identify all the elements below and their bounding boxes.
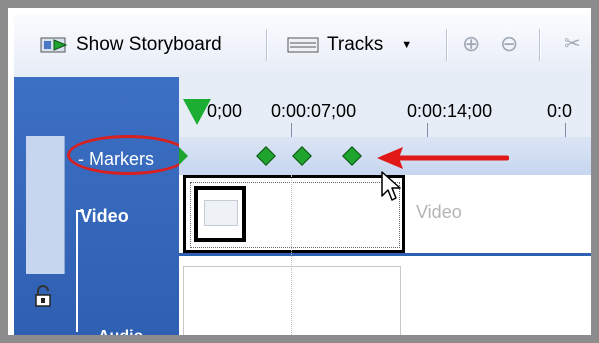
zoom-out-icon[interactable]: ⊖ xyxy=(500,31,518,57)
video-clip[interactable] xyxy=(183,175,405,253)
toolbar: Show Storyboard Tracks ▼ ⊕ ⊖ ✂ xyxy=(14,14,591,78)
audio-track-label[interactable]: Audio xyxy=(98,328,143,335)
storyboard-icon xyxy=(40,37,68,53)
grid-line xyxy=(291,175,292,335)
annotation-arrow xyxy=(377,147,509,169)
toolbar-separator xyxy=(539,29,541,61)
time-ruler[interactable]: 0;00 0:00:07;00 0:00:14;00 0:0 xyxy=(179,77,591,138)
thumbnail-image xyxy=(204,200,238,226)
lock-icon[interactable] xyxy=(34,284,52,308)
show-storyboard-label: Show Storyboard xyxy=(76,34,222,55)
ruler-tick xyxy=(565,123,566,137)
screenshot-frame: Show Storyboard Tracks ▼ ⊕ ⊖ ✂ - Markers… xyxy=(0,0,599,343)
tracks-dropdown-icon[interactable]: ▼ xyxy=(401,39,412,51)
clip-thumbnail xyxy=(194,186,246,242)
toolbar-separator xyxy=(446,29,448,61)
tracks-label: Tracks xyxy=(327,34,384,55)
timeline-window: Show Storyboard Tracks ▼ ⊕ ⊖ ✂ - Markers… xyxy=(14,14,591,335)
ruler-tick-label: 0;00 xyxy=(207,101,243,121)
marker-start[interactable] xyxy=(179,147,188,165)
tracks-icon xyxy=(287,37,319,53)
video-ghost-label: Video xyxy=(416,202,462,222)
highlight-ellipse xyxy=(67,135,189,175)
mouse-cursor-icon xyxy=(381,171,401,201)
audio-track[interactable] xyxy=(179,256,591,335)
tracks-button[interactable]: Tracks ▼ xyxy=(287,28,412,62)
ruler-tick-label: 0:00:14;00 xyxy=(407,101,493,121)
show-storyboard-button[interactable]: Show Storyboard xyxy=(40,28,222,62)
ruler-tick xyxy=(427,123,428,137)
split-icon[interactable]: ✂ xyxy=(564,31,581,56)
ruler-tick-label: 0:0 xyxy=(547,101,573,121)
ruler-tick-label: 0:00:07;00 xyxy=(271,101,357,121)
zoom-in-icon[interactable]: ⊕ xyxy=(462,31,480,57)
video-track-label[interactable]: Video xyxy=(80,206,129,227)
timeline-area[interactable]: 0;00 0:00:07;00 0:00:14;00 0:0 Video xyxy=(179,77,591,335)
track-header-strip xyxy=(26,136,65,274)
toolbar-separator xyxy=(266,29,268,61)
audio-clip-ghost xyxy=(183,266,401,335)
video-group-bracket xyxy=(76,210,84,332)
playhead-marker[interactable] xyxy=(183,99,211,125)
ruler-tick xyxy=(291,123,292,137)
